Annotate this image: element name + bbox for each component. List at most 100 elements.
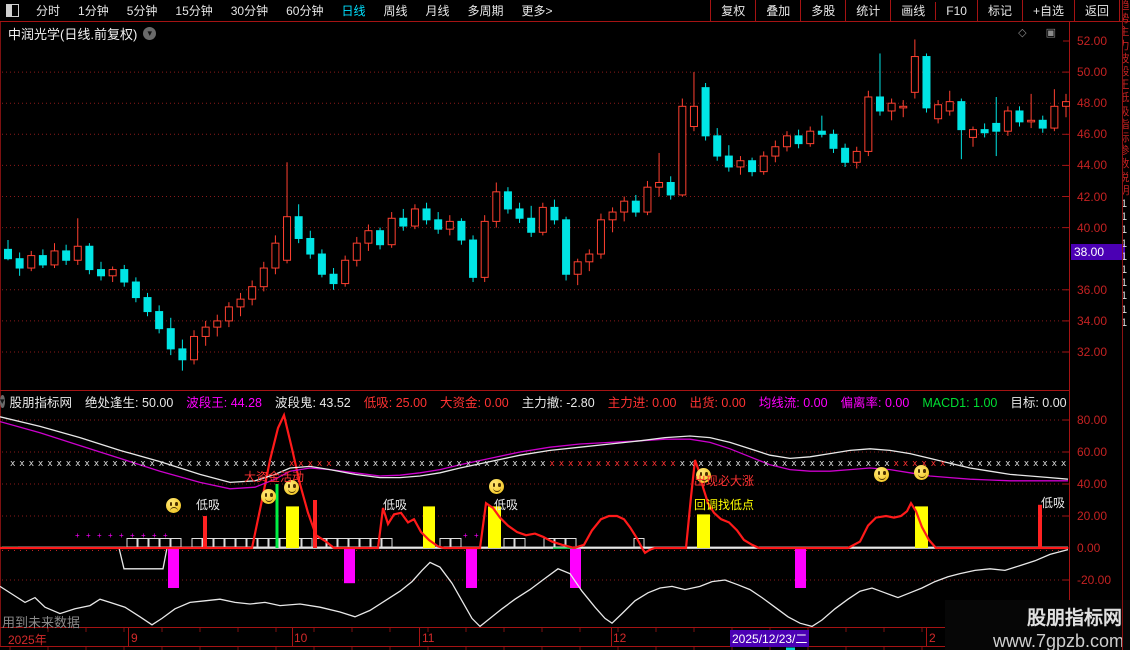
svg-text:x: x — [754, 459, 760, 469]
svg-text:x: x — [773, 459, 779, 469]
tab-多周期[interactable]: 多周期 — [459, 0, 513, 21]
svg-text:x: x — [391, 459, 397, 469]
tab-5分钟[interactable]: 5分钟 — [118, 0, 167, 21]
page-title: 中润光学(日线.前复权) — [8, 27, 138, 42]
button-返回[interactable]: 返回 — [1073, 0, 1120, 21]
indicator-value-主力撤: 主力撤: -2.80 — [521, 395, 595, 410]
svg-text:x: x — [419, 459, 425, 469]
tab-周线[interactable]: 周线 — [374, 0, 416, 21]
svg-text:x: x — [159, 459, 165, 469]
window-control-icons[interactable]: ◇ ▣ — [1018, 26, 1064, 39]
indicator-axis-label: 80.00 — [1077, 413, 1108, 427]
period-tabs: 分时 1分钟 5分钟 15分钟 30分钟 60分钟 日线 周线 月线 多周期 更多> — [27, 0, 562, 21]
svg-text:x: x — [670, 459, 676, 469]
tab-60分钟[interactable]: 60分钟 — [277, 0, 332, 21]
tab-月线[interactable]: 月线 — [417, 0, 459, 21]
svg-text:x: x — [447, 459, 453, 469]
svg-text:x: x — [326, 459, 332, 469]
svg-text:x: x — [894, 459, 900, 469]
svg-text:x: x — [308, 459, 314, 469]
button-叠加[interactable]: 叠加 — [755, 0, 800, 21]
svg-text:x: x — [196, 459, 202, 469]
svg-text:x: x — [968, 459, 974, 469]
price-axis-label: 36.00 — [1077, 282, 1108, 297]
svg-text:x: x — [503, 459, 509, 469]
chevron-down-icon[interactable]: ▾ — [0, 394, 5, 408]
watermark: 股朋指标网 www.7gpzb.com — [945, 600, 1130, 650]
svg-text:x: x — [819, 459, 825, 469]
svg-text:x: x — [549, 459, 555, 469]
svg-text:x: x — [150, 459, 156, 469]
signal-label: 低吸 — [196, 498, 221, 512]
svg-text:+: + — [119, 531, 124, 540]
svg-text:x: x — [587, 459, 593, 469]
svg-text:x: x — [75, 459, 81, 469]
happy-face-icon — [261, 489, 276, 504]
svg-text:x: x — [233, 459, 239, 469]
svg-text:x: x — [1033, 459, 1039, 469]
tab-30分钟[interactable]: 30分钟 — [222, 0, 277, 21]
svg-text:+: + — [152, 531, 157, 540]
svg-text:x: x — [438, 459, 444, 469]
indicator-value-低吸: 低吸: 25.00 — [363, 395, 427, 410]
happy-face-icon — [489, 479, 504, 494]
tab-更多>[interactable]: 更多> — [513, 0, 562, 21]
timeline-label: 12 — [613, 631, 627, 645]
indicator-header[interactable]: ▾ 股朋指标网 绝处逢生: 50.00 波段王: 44.28 波段鬼: 43.52 低… — [0, 392, 1068, 410]
svg-text:x: x — [410, 459, 416, 469]
future-data-note: 用到未来数据 — [2, 615, 81, 630]
svg-text:+: + — [463, 531, 468, 540]
button-统计[interactable]: 统计 — [845, 0, 890, 21]
indicator-value-MACD1: MACD1: 1.00 — [922, 395, 998, 410]
svg-text:x: x — [484, 459, 490, 469]
button-多股[interactable]: 多股 — [800, 0, 845, 21]
svg-text:x: x — [84, 459, 90, 469]
svg-text:x: x — [187, 459, 193, 469]
svg-text:x: x — [38, 459, 44, 469]
chart-title-row: 中润光学(日线.前复权) ▾ — [8, 24, 157, 43]
svg-text:x: x — [522, 459, 528, 469]
layout-split-icon[interactable] — [6, 4, 19, 17]
svg-text:+: + — [75, 531, 80, 540]
svg-text:x: x — [949, 459, 955, 469]
svg-text:x: x — [633, 459, 639, 469]
indicator-axis-label: 20.00 — [1077, 509, 1108, 523]
svg-text:x: x — [810, 459, 816, 469]
svg-text:x: x — [763, 459, 769, 469]
svg-text:x: x — [596, 459, 602, 469]
tab-15分钟[interactable]: 15分钟 — [166, 0, 221, 21]
svg-text:x: x — [1014, 459, 1020, 469]
button-画线[interactable]: 画线 — [890, 0, 935, 21]
svg-text:x: x — [735, 459, 741, 469]
button-+自选[interactable]: +自选 — [1021, 0, 1074, 21]
svg-text:x: x — [959, 459, 965, 469]
indicator-axis-label: -20.00 — [1077, 573, 1112, 587]
svg-text:x: x — [475, 459, 481, 469]
chart-canvas[interactable]: xxxxxxxxxxxxxxxxxxxxxxxxxxxxxxxxxxxxxxxx… — [0, 0, 1130, 650]
right-sidebar-clipped[interactable]: 趋势主力波段王低吸指标参数说明1111111111 — [1122, 0, 1130, 650]
svg-text:x: x — [373, 459, 379, 469]
svg-text:x: x — [103, 459, 109, 469]
timeline-label: 2025年 — [8, 633, 47, 647]
svg-text:x: x — [19, 459, 25, 469]
svg-text:x: x — [615, 459, 621, 469]
indicator-value-出货: 出货: 0.00 — [689, 395, 746, 410]
button-F10[interactable]: F10 — [935, 1, 977, 20]
svg-text:x: x — [680, 459, 686, 469]
button-复权[interactable]: 复权 — [710, 0, 755, 21]
svg-text:x: x — [977, 459, 983, 469]
tab-分时[interactable]: 分时 — [27, 0, 69, 21]
svg-text:x: x — [866, 459, 872, 469]
tab-日线[interactable]: 日线 — [332, 0, 374, 21]
toolbar-right-buttons: 复权 叠加 多股 统计 画线 F10 标记 +自选 返回 — [710, 0, 1120, 21]
chevron-down-icon[interactable]: ▾ — [143, 27, 157, 40]
tab-1分钟[interactable]: 1分钟 — [69, 0, 118, 21]
svg-text:x: x — [717, 459, 723, 469]
svg-text:x: x — [456, 459, 462, 469]
svg-text:x: x — [122, 459, 128, 469]
signal-label: 大资金活动 — [244, 470, 305, 484]
svg-text:x: x — [782, 459, 788, 469]
sad-face-icon — [166, 498, 181, 513]
button-标记[interactable]: 标记 — [976, 0, 1022, 21]
svg-text:x: x — [317, 459, 323, 469]
